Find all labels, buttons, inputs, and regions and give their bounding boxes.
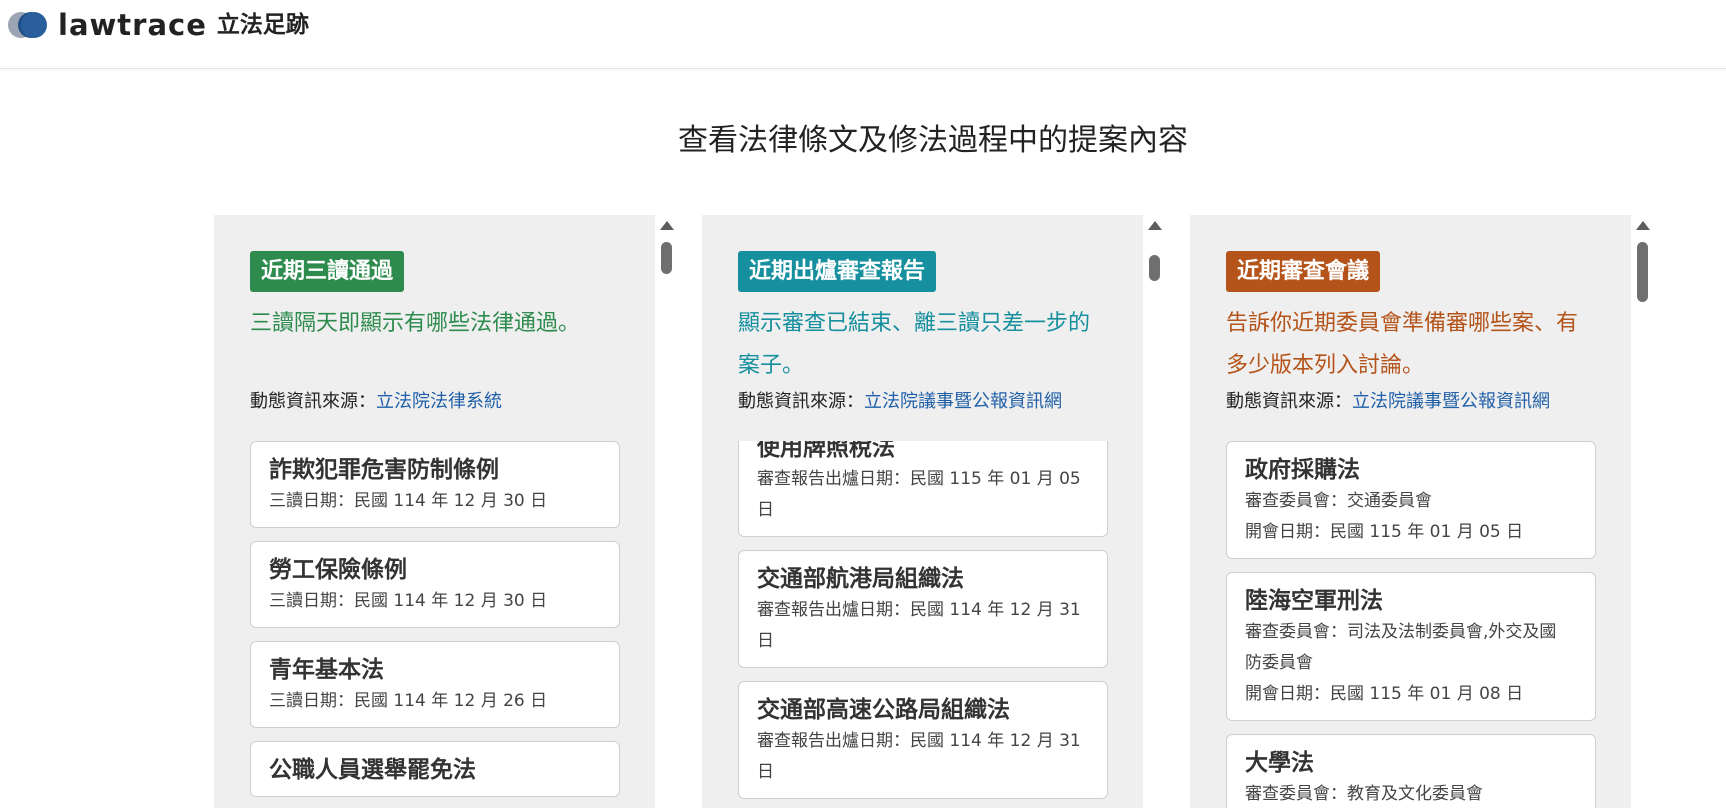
law-card[interactable]: 青年基本法 三讀日期：民國 114 年 12 月 26 日: [250, 641, 620, 728]
card-list[interactable]: 使用牌照稅法 審查報告出爐日期：民國 115 年 01 月 05 日 交通部航港…: [738, 441, 1108, 808]
meeting-card[interactable]: 政府採購法 審查委員會：交通委員會 開會日期：民國 115 年 01 月 05 …: [1226, 441, 1596, 559]
column-tag: 近期審查會議: [1226, 251, 1381, 292]
card-date-cont: 日: [757, 762, 774, 782]
card-date: 審查報告出爐日期：民國 115 年 01 月 05: [757, 469, 1081, 489]
card-date: 開會日期：民國 115 年 01 月 05 日: [1245, 522, 1524, 542]
column-review-meetings: 近期審查會議 告訴你近期委員會準備審哪些案、有多少版本列入討論。 動態資訊來源：…: [1190, 215, 1631, 808]
law-card[interactable]: 詐欺犯罪危害防制條例 三讀日期：民國 114 年 12 月 30 日: [250, 441, 620, 528]
site-logo[interactable]: lawtrace 立法足跡: [8, 10, 309, 40]
card-title: 勞工保險條例: [269, 557, 407, 583]
card-title: 陸海空軍刑法: [1245, 588, 1383, 614]
column-scrollbar[interactable]: [658, 215, 674, 808]
card-date: 審查報告出爐日期：民國 114 年 12 月 31: [757, 731, 1081, 751]
card-title: 交通部高速公路局組織法: [757, 697, 1010, 723]
card-title: 使用牌照稅法: [757, 441, 895, 461]
column-tag: 近期出爐審查報告: [738, 251, 937, 292]
logo-text: lawtrace: [58, 8, 207, 42]
source-link[interactable]: 立法院法律系統: [376, 391, 502, 412]
scroll-thumb[interactable]: [661, 242, 672, 274]
site-header: lawtrace 立法足跡: [0, 0, 1726, 69]
card-list[interactable]: 詐欺犯罪危害防制條例 三讀日期：民國 114 年 12 月 30 日 勞工保險條…: [250, 441, 620, 808]
source-label: 動態資訊來源：: [250, 391, 376, 412]
column-scrollbar[interactable]: [1146, 215, 1162, 808]
card-committee-cont: 防委員會: [1245, 653, 1313, 673]
scroll-thumb[interactable]: [1637, 242, 1648, 302]
column-scrollbar[interactable]: [1634, 215, 1650, 808]
source-link[interactable]: 立法院議事暨公報資訊網: [1352, 391, 1550, 412]
card-title: 青年基本法: [269, 657, 384, 683]
card-committee: 審查委員會：司法及法制委員會,外交及國: [1245, 622, 1557, 642]
card-title: 交通部航港局組織法: [757, 566, 964, 592]
source-line: 動態資訊來源：立法院議事暨公報資訊網: [738, 387, 1062, 413]
card-date: 三讀日期：民國 114 年 12 月 30 日: [269, 491, 548, 511]
source-line: 動態資訊來源：立法院法律系統: [250, 387, 502, 413]
source-label: 動態資訊來源：: [738, 391, 864, 412]
logo-cn-text: 立法足跡: [216, 12, 309, 38]
card-title: 政府採購法: [1245, 457, 1360, 483]
column-description: 三讀隔天即顯示有哪些法律通過。: [250, 311, 581, 336]
card-committee: 審查委員會：教育及文化委員會: [1245, 784, 1483, 804]
meeting-card[interactable]: 陸海空軍刑法 審查委員會：司法及法制委員會,外交及國 防委員會 開會日期：民國 …: [1226, 572, 1596, 721]
column-tag: 近期三讀通過: [250, 251, 405, 292]
meeting-card[interactable]: 大學法 審查委員會：教育及文化委員會: [1226, 734, 1596, 808]
source-label: 動態資訊來源：: [1226, 391, 1352, 412]
card-date: 三讀日期：民國 114 年 12 月 30 日: [269, 591, 548, 611]
column-description: 顯示審查已結束、離三讀只差一步的案子。: [738, 311, 1091, 378]
column-third-reading: 近期三讀通過 三讀隔天即顯示有哪些法律通過。 動態資訊來源：立法院法律系統 詐欺…: [214, 215, 655, 808]
card-list[interactable]: 政府採購法 審查委員會：交通委員會 開會日期：民國 115 年 01 月 05 …: [1226, 441, 1596, 808]
card-date: 審查報告出爐日期：民國 114 年 12 月 31: [757, 600, 1081, 620]
card-date-cont: 日: [757, 500, 774, 520]
column-description: 告訴你近期委員會準備審哪些案、有多少版本列入討論。: [1226, 311, 1579, 378]
report-card[interactable]: 交通部高速公路局組織法 審查報告出爐日期：民國 114 年 12 月 31 日: [738, 681, 1108, 799]
card-title: 公職人員選舉罷免法: [269, 757, 476, 783]
source-line: 動態資訊來源：立法院議事暨公報資訊網: [1226, 387, 1550, 413]
scroll-up-arrow-icon[interactable]: [1148, 221, 1162, 230]
report-card[interactable]: 使用牌照稅法 審查報告出爐日期：民國 115 年 01 月 05 日: [738, 441, 1108, 537]
source-link[interactable]: 立法院議事暨公報資訊網: [864, 391, 1062, 412]
scroll-up-arrow-icon[interactable]: [1636, 221, 1650, 230]
card-title: 詐欺犯罪危害防制條例: [269, 457, 499, 483]
law-card[interactable]: 公職人員選舉罷免法: [250, 741, 620, 797]
card-date-cont: 日: [757, 631, 774, 651]
column-review-reports: 近期出爐審查報告 顯示審查已結束、離三讀只差一步的案子。 動態資訊來源：立法院議…: [702, 215, 1143, 808]
logo-icon: [8, 10, 50, 40]
card-date: 開會日期：民國 115 年 01 月 08 日: [1245, 684, 1524, 704]
card-date: 三讀日期：民國 114 年 12 月 26 日: [269, 691, 548, 711]
card-title: 大學法: [1245, 750, 1314, 776]
report-card[interactable]: 交通部航港局組織法 審查報告出爐日期：民國 114 年 12 月 31 日: [738, 550, 1108, 668]
scroll-thumb[interactable]: [1149, 255, 1160, 281]
card-committee: 審查委員會：交通委員會: [1245, 491, 1432, 511]
page-title: 查看法律條文及修法過程中的提案內容: [678, 123, 1188, 158]
scroll-up-arrow-icon[interactable]: [660, 221, 674, 230]
law-card[interactable]: 勞工保險條例 三讀日期：民國 114 年 12 月 30 日: [250, 541, 620, 628]
